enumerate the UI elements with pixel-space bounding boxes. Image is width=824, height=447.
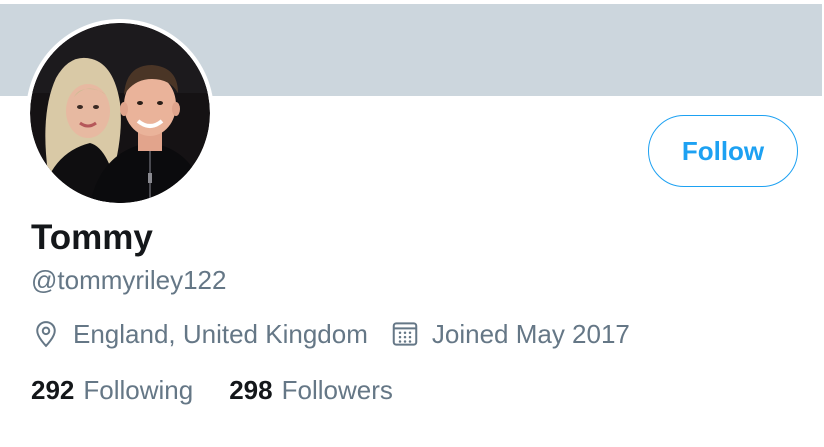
followers-count: 298 bbox=[229, 374, 273, 405]
avatar-photo bbox=[30, 23, 210, 203]
location-text: England, United Kingdom bbox=[73, 319, 368, 349]
joined-item: Joined May 2017 bbox=[390, 316, 630, 352]
followers-link[interactable]: 298 Followers bbox=[229, 375, 393, 406]
profile-stats: 292 Following 298 Followers bbox=[31, 372, 393, 408]
user-handle: @tommyriley122 bbox=[31, 265, 227, 295]
profile-meta: England, United Kingdom Joined May 2017 bbox=[31, 316, 630, 352]
joined-text: Joined May 2017 bbox=[431, 319, 630, 349]
display-name: Tommy bbox=[31, 218, 153, 257]
following-link[interactable]: 292 Following bbox=[31, 375, 193, 406]
calendar-icon bbox=[390, 319, 420, 349]
followers-label: Followers bbox=[281, 374, 393, 405]
following-count: 292 bbox=[31, 374, 75, 405]
location-pin-icon bbox=[31, 319, 61, 349]
profile-header: Follow Tommy @tommyriley122 England, Uni… bbox=[0, 0, 824, 447]
avatar[interactable] bbox=[26, 19, 214, 207]
following-label: Following bbox=[83, 374, 194, 405]
follow-button[interactable]: Follow bbox=[648, 115, 798, 187]
location-item: England, United Kingdom bbox=[31, 316, 368, 352]
